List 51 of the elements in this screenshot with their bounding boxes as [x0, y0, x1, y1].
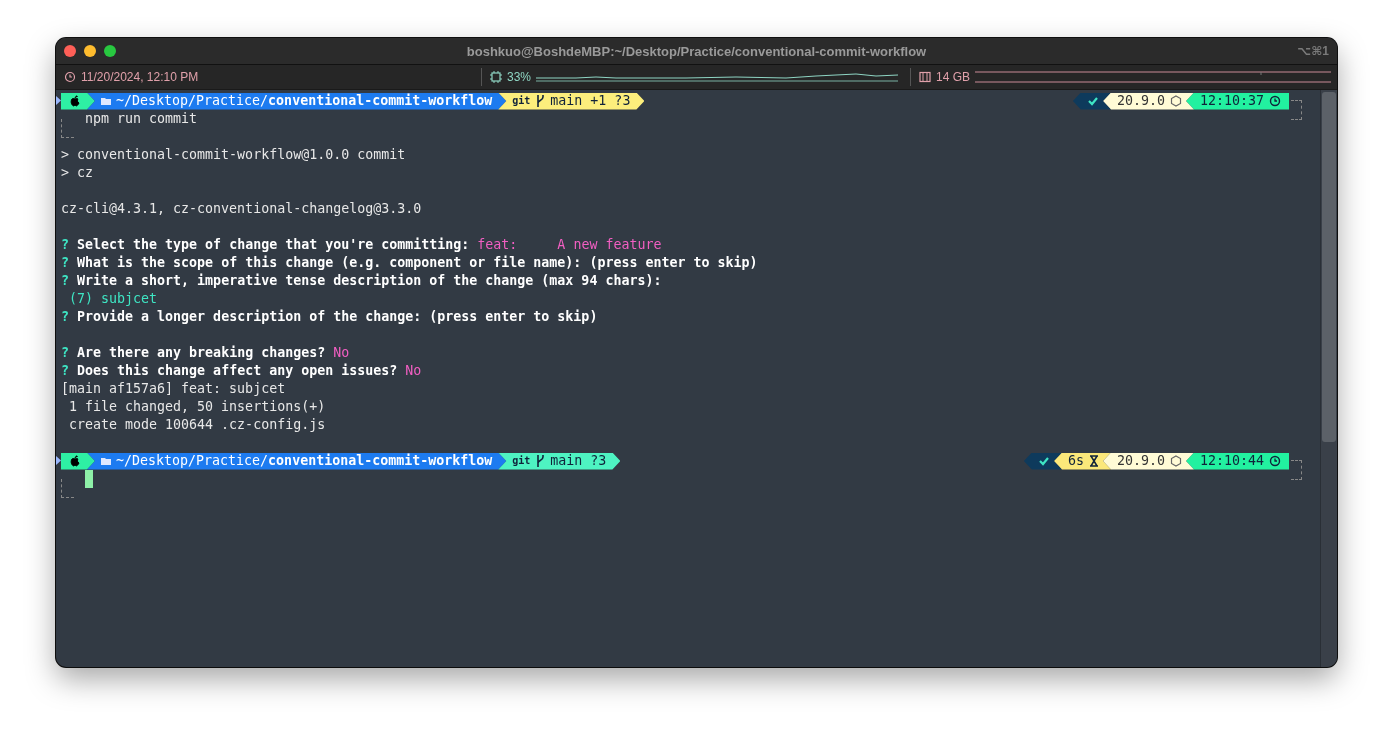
path-segment: ~/Desktop/Practice/conventional-commit-workflow [87, 452, 507, 470]
command-text: npm run commit [85, 110, 198, 128]
window-shortcut: ⌥⌘1 [1296, 44, 1329, 58]
output-line: 1 file changed, 50 insertions(+) [68, 398, 326, 416]
clock-icon [64, 71, 76, 83]
check-icon [1086, 95, 1099, 107]
path-segment: ~/Desktop/Practice/conventional-commit-workflow [87, 92, 507, 110]
prompt-frame-line [61, 119, 74, 138]
git-segment: git main +1 ?3 [498, 92, 645, 110]
memory-usage-text: 14 GB [936, 70, 971, 84]
clock-icon [1269, 95, 1281, 107]
output-line: ? Provide a longer description of the change: (press enter to skip) [61, 308, 598, 326]
minimize-button[interactable] [84, 45, 96, 57]
prompt-frame-line [61, 479, 74, 498]
output-line: ? Does this change affect any open issues? No [61, 362, 422, 380]
time-segment: 12:10:37 [1185, 92, 1289, 110]
output-line: ? Select the type of change that you're committing: feat: A new feature [61, 236, 662, 254]
date-time-text: 11/20/2024, 12:10 PM [81, 70, 199, 84]
zoom-button[interactable] [104, 45, 116, 57]
node-segment: 20.9.0 [1102, 452, 1194, 470]
node-segment: 20.9.0 [1102, 92, 1194, 110]
git-segment: git main ?3 [498, 452, 621, 470]
apple-icon [69, 455, 81, 467]
close-button[interactable] [64, 45, 76, 57]
cpu-icon [490, 71, 502, 83]
output-line: create mode 100644 .cz-config.js [68, 416, 326, 434]
output-line: ? Write a short, imperative tense description of the change (max 94 chars): [61, 272, 662, 290]
prompt-frame-line [1291, 100, 1302, 120]
window-title: boshkuo@BoshdeMBP:~/Desktop/Practice/conventional-commit-workflow [465, 43, 928, 59]
check-icon [1037, 455, 1050, 467]
cpu-usage-text: 33% [507, 70, 532, 84]
hexagon-icon [1169, 95, 1182, 107]
folder-icon [101, 96, 111, 106]
output-line: > conventional-commit-workflow@1.0.0 commit [61, 146, 406, 164]
clock-icon [1269, 455, 1281, 467]
branch-icon [535, 454, 546, 468]
scroll-bar[interactable] [1320, 90, 1337, 667]
hexagon-icon [1169, 455, 1182, 467]
time-segment: 12:10:44 [1185, 452, 1289, 470]
folder-icon [101, 456, 111, 466]
apple-icon [69, 95, 81, 107]
output-line: [main af157a6] feat: subjcet [61, 380, 286, 398]
output-line: > cz [61, 164, 94, 182]
output-line: cz-cli@4.3.1, cz-conventional-changelog@3.3.0 [61, 200, 422, 218]
output-line: ? Are there any breaking changes? No [61, 344, 350, 362]
hourglass-icon [1088, 455, 1099, 467]
output-line: ? What is the scope of this change (e.g. component or file name): (press enter to skip) [61, 254, 758, 272]
prompt-frame-line [1291, 460, 1302, 480]
output-line: (7) subjcet [68, 290, 158, 308]
memory-icon [919, 71, 931, 83]
branch-icon [535, 94, 546, 108]
